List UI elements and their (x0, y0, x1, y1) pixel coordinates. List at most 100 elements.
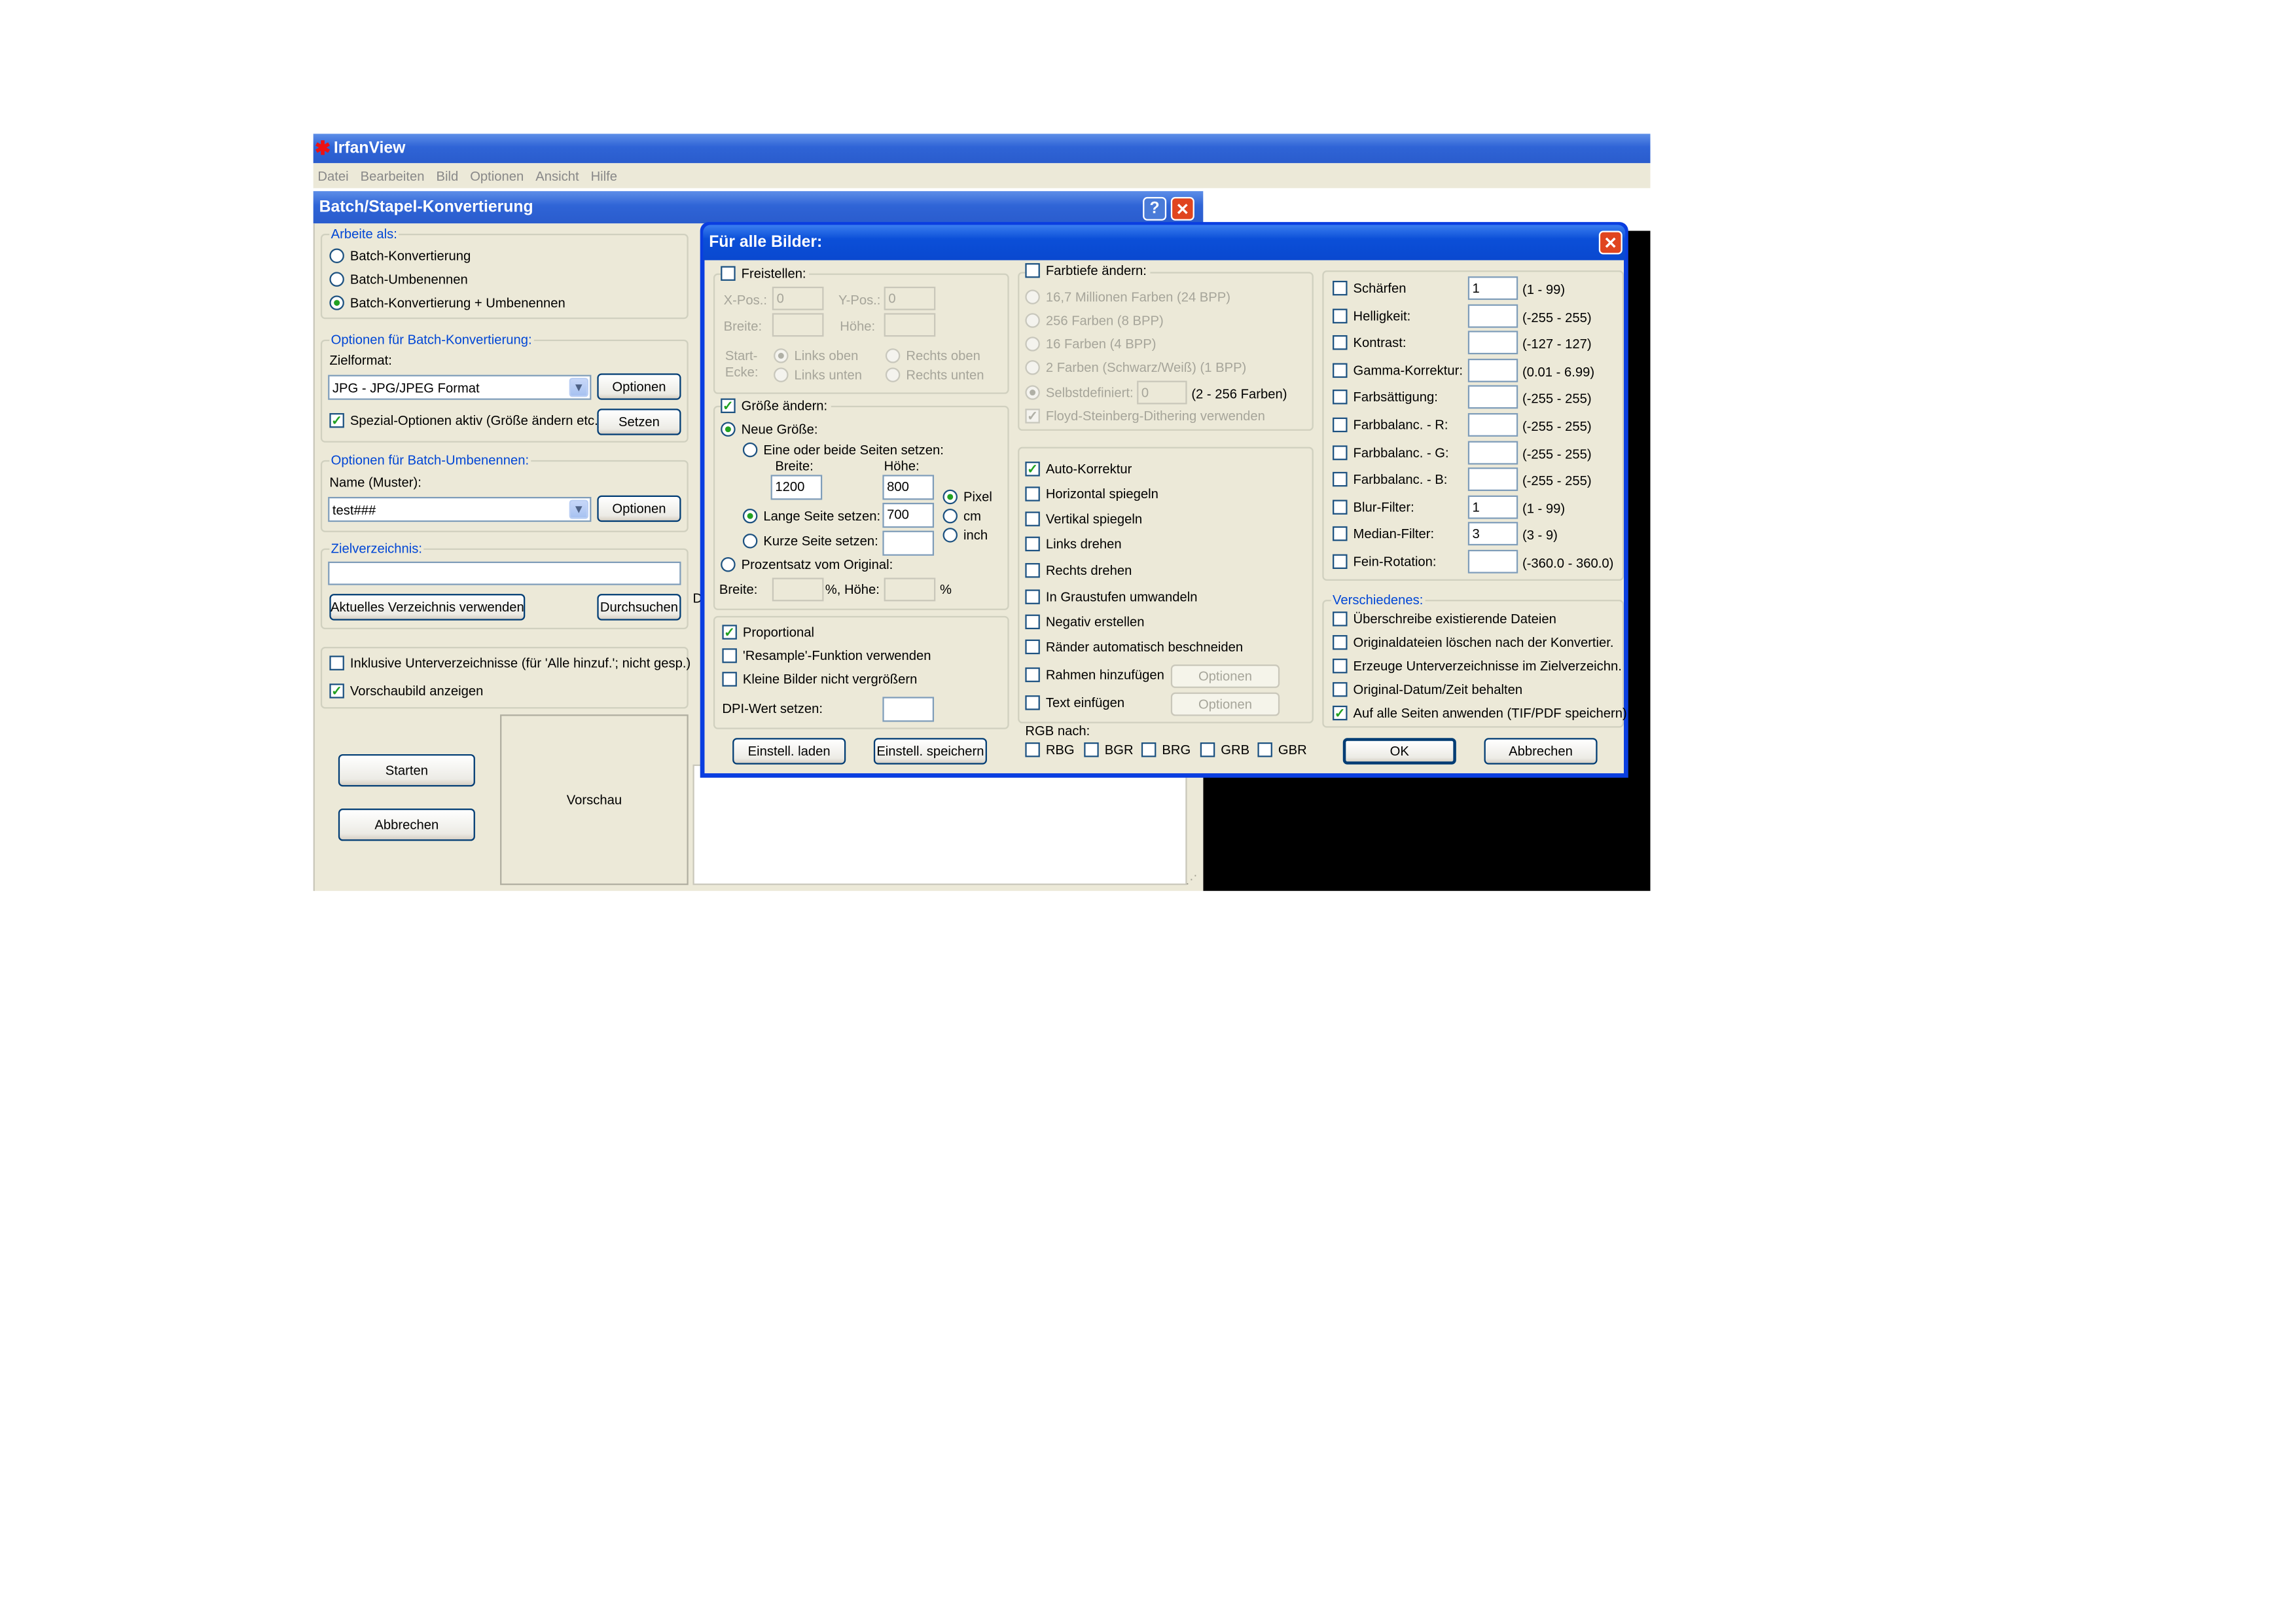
filter-value-input[interactable] (1467, 467, 1518, 492)
checkbox-icon[interactable]: ✓ (329, 412, 344, 428)
checkbox-icon[interactable] (1333, 363, 1348, 378)
filter-checkbox[interactable]: Gamma-Korrektur: (1333, 363, 1463, 378)
filter-checkbox[interactable]: Median-Filter: (1333, 526, 1434, 542)
resize-grip-icon[interactable]: ⋰ (1185, 873, 1197, 886)
starten-button[interactable]: Starten (338, 754, 475, 787)
checkbox-icon[interactable] (1333, 658, 1348, 674)
rgb-checkbox[interactable]: BGR (1084, 742, 1134, 757)
filter-checkbox[interactable]: Kontrast: (1333, 335, 1406, 350)
zielformat-optionen-button[interactable]: Optionen (597, 373, 681, 400)
checkbox-icon[interactable] (1333, 682, 1348, 697)
verschiedenes-checkbox[interactable]: Original-Datum/Zeit behalten (1333, 682, 1522, 697)
checkbox-icon[interactable] (1025, 667, 1040, 682)
radio-icon[interactable] (885, 348, 901, 363)
checkbox-icon[interactable] (1025, 486, 1040, 501)
checkbox-icon[interactable] (721, 266, 736, 281)
checkbox-icon[interactable] (1333, 335, 1348, 350)
radio-links-oben[interactable]: Links oben (774, 348, 858, 363)
durchsuchen-button[interactable]: Durchsuchen (597, 594, 681, 621)
checkbox-icon[interactable] (1025, 695, 1040, 710)
radio-1bpp[interactable]: 2 Farben (Schwarz/Weiß) (1 BPP) (1025, 360, 1246, 375)
radio-4bpp[interactable]: 16 Farben (4 BPP) (1025, 337, 1156, 352)
proportional-checkbox[interactable]: ✓ Proportional (722, 625, 814, 640)
radio-selbstdefiniert[interactable]: Selbstdefiniert: (1025, 385, 1134, 400)
filter-value-input[interactable]: 3 (1467, 522, 1518, 546)
radio-icon[interactable] (742, 534, 758, 549)
radio-eine-oder-beide[interactable]: Eine oder beide Seiten setzen: (742, 442, 944, 458)
transform-checkbox[interactable]: Vertikal spiegeln (1025, 511, 1142, 526)
radio-8bpp[interactable]: 256 Farben (8 BPP) (1025, 313, 1164, 328)
transform-checkbox[interactable]: Links drehen (1025, 536, 1122, 552)
radio-neue-groesse[interactable]: Neue Größe: (721, 422, 818, 437)
checkbox-icon[interactable] (1141, 742, 1157, 757)
rgb-checkbox[interactable]: RBG (1025, 742, 1075, 757)
radio-links-unten[interactable]: Links unten (774, 367, 862, 382)
radio-icon[interactable] (742, 508, 758, 524)
transform-checkbox[interactable]: Rahmen hinzufügen (1025, 667, 1164, 682)
radio-batch-konv[interactable]: Batch-Konvertierung (329, 248, 471, 263)
radio-icon[interactable] (1025, 385, 1040, 400)
filter-value-input[interactable] (1467, 386, 1518, 410)
aktuelles-verzeichnis-button[interactable]: Aktuelles Verzeichnis verwenden (329, 594, 526, 621)
checkbox-icon[interactable]: ✓ (721, 398, 736, 413)
radio-pixel[interactable]: Pixel (942, 489, 992, 505)
checkbox-icon[interactable] (722, 648, 737, 663)
menu-hilfe[interactable]: Hilfe (591, 168, 617, 183)
resample-checkbox[interactable]: 'Resample'-Funktion verwenden (722, 648, 931, 663)
radio-icon[interactable] (1025, 337, 1040, 352)
ypos-input[interactable]: 0 (884, 286, 936, 310)
menu-datei[interactable]: Datei (317, 168, 348, 183)
radio-rechts-oben[interactable]: Rechts oben (885, 348, 980, 363)
dpi-input[interactable] (882, 697, 935, 722)
radio-batch-umben[interactable]: Batch-Umbenennen (329, 272, 468, 287)
filter-value-input[interactable] (1467, 331, 1518, 355)
checkbox-icon[interactable] (1333, 526, 1348, 542)
radio-lange-seite[interactable]: Lange Seite setzen: (742, 508, 880, 524)
checkbox-icon[interactable] (1257, 742, 1272, 757)
hoehe-pct-input[interactable] (884, 577, 936, 602)
radio-icon[interactable] (742, 442, 758, 458)
batch-help-button[interactable]: ? (1143, 196, 1167, 221)
checkbox-icon[interactable] (1333, 472, 1348, 487)
radio-icon[interactable] (1025, 313, 1040, 328)
checkbox-icon[interactable] (329, 655, 344, 670)
breite-crop-input[interactable] (772, 313, 824, 337)
transform-checkbox[interactable]: Rechts drehen (1025, 563, 1132, 578)
menu-optionen[interactable]: Optionen (470, 168, 524, 183)
checkbox-icon[interactable]: ✓ (1025, 462, 1040, 477)
batch-close-button[interactable]: ✕ (1170, 196, 1194, 221)
breite-input[interactable]: 1200 (770, 475, 823, 500)
xpos-input[interactable]: 0 (772, 286, 824, 310)
ok-button[interactable]: OK (1342, 738, 1456, 765)
radio-inch[interactable]: inch (942, 528, 988, 543)
menu-bearbeiten[interactable]: Bearbeiten (361, 168, 425, 183)
umben-optionen-button[interactable]: Optionen (597, 495, 681, 522)
filter-value-input[interactable] (1467, 303, 1518, 327)
filter-checkbox[interactable]: Farbsättigung: (1333, 390, 1438, 405)
kurze-seite-input[interactable] (882, 530, 935, 556)
rgb-checkbox[interactable]: GRB (1200, 742, 1249, 757)
text-optionen-button[interactable]: Optionen (1170, 692, 1280, 716)
radio-batch-konv-umben[interactable]: Batch-Konvertierung + Umbenennen (329, 295, 565, 310)
filter-checkbox[interactable]: Schärfen (1333, 280, 1406, 296)
checkbox-icon[interactable] (1333, 280, 1348, 296)
checkbox-icon[interactable] (1025, 639, 1040, 655)
verschiedenes-checkbox[interactable]: Erzeuge Unterverzeichnisse im Zielverzei… (1333, 658, 1622, 674)
radio-icon[interactable] (329, 248, 344, 263)
radio-24bpp[interactable]: 16,7 Millionen Farben (24 BPP) (1025, 289, 1230, 304)
einstell-speichern-button[interactable]: Einstell. speichern (873, 738, 987, 765)
verschiedenes-checkbox[interactable]: Überschreibe existierende Dateien (1333, 611, 1556, 627)
filter-checkbox[interactable]: Farbbalanc. - B: (1333, 472, 1447, 487)
radio-rechts-unten[interactable]: Rechts unten (885, 367, 984, 382)
farbtiefe-checkbox[interactable]: Farbtiefe ändern: (1025, 263, 1150, 278)
menu-ansicht[interactable]: Ansicht (535, 168, 579, 183)
transform-checkbox[interactable]: In Graustufen umwandeln (1025, 589, 1197, 604)
radio-icon[interactable] (774, 367, 789, 382)
filter-checkbox[interactable]: Fein-Rotation: (1333, 554, 1437, 570)
breite-pct-input[interactable] (772, 577, 824, 602)
rgb-checkbox[interactable]: GBR (1257, 742, 1307, 757)
filter-checkbox[interactable]: Blur-Filter: (1333, 500, 1414, 515)
radio-cm[interactable]: cm (942, 508, 981, 524)
checkbox-icon[interactable] (1333, 390, 1348, 405)
name-muster-select[interactable]: test### ▼ (328, 496, 592, 522)
